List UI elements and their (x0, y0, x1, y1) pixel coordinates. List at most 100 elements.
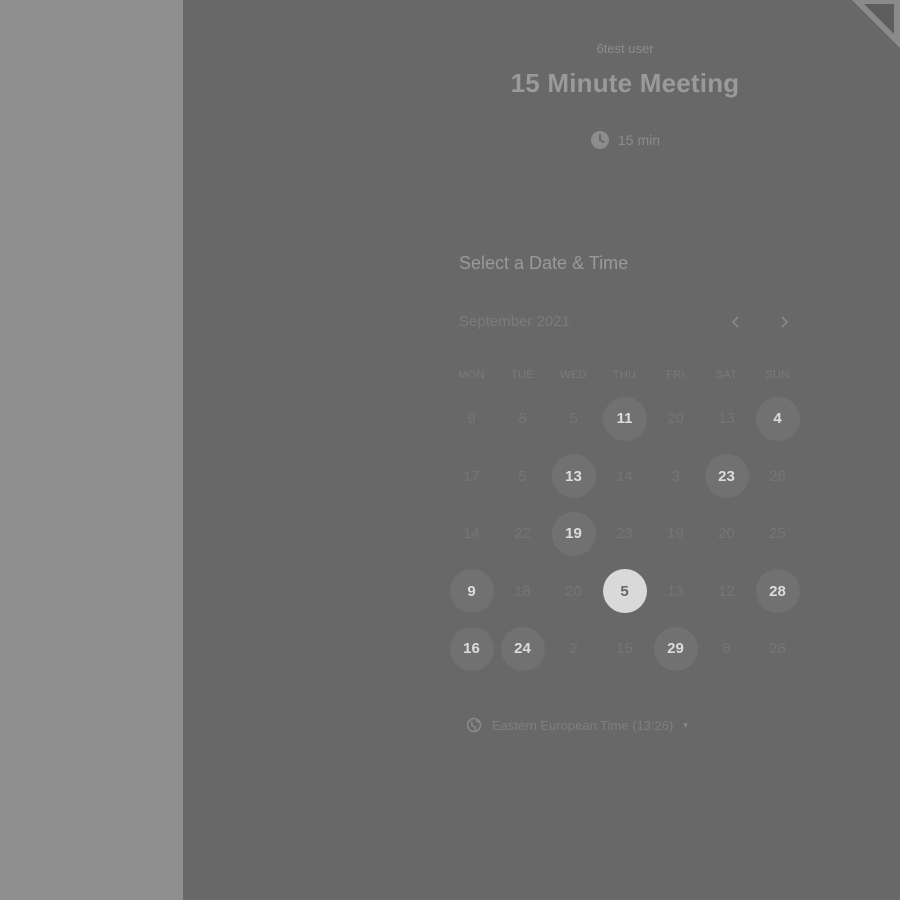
weekday-header: MON TUE WED THU FRI SAT SUN (446, 360, 803, 390)
calendar-cell: 24 (497, 620, 548, 678)
calendar-cell: 11 (599, 390, 650, 448)
calendar-cell: 17 (446, 448, 497, 506)
available-day[interactable]: 29 (653, 626, 698, 671)
calendar-cell: 22 (497, 505, 548, 563)
available-day[interactable]: 28 (755, 569, 800, 614)
calendar-cell: 8 (497, 390, 548, 448)
unavailable-day: 5 (569, 410, 578, 428)
weekday-label: MON (458, 369, 485, 381)
available-day[interactable]: 16 (449, 626, 494, 671)
calendar-cell: 28 (752, 620, 803, 678)
unavailable-day: 22 (514, 525, 531, 543)
unavailable-day: 28 (769, 640, 786, 658)
calendar-cell: 15 (599, 620, 650, 678)
calendar-cell: 14 (599, 448, 650, 506)
calendar-cell: 23 (599, 505, 650, 563)
unavailable-day: 20 (565, 582, 582, 600)
calendar-week: 9 18 20 5 13 12 28 (446, 563, 803, 621)
calendar-cell: 19 (650, 505, 701, 563)
available-day[interactable]: 4 (755, 396, 800, 441)
available-day[interactable]: 11 (602, 396, 647, 441)
weekday-label: THU (612, 369, 637, 381)
calendar-cell: 12 (701, 563, 752, 621)
globe-icon (466, 717, 482, 733)
weekday-label: WED (560, 369, 587, 381)
available-day[interactable]: 19 (551, 511, 596, 556)
unavailable-day: 20 (718, 525, 735, 543)
calendar-cell: 20 (548, 563, 599, 621)
unavailable-day: 13 (667, 582, 684, 600)
weekday-label: TUE (511, 369, 534, 381)
unavailable-day: 17 (463, 467, 480, 485)
section-heading: Select a Date & Time (459, 253, 629, 273)
unavailable-day: 26 (769, 467, 786, 485)
calendar-week: 16 24 2 15 29 8 28 (446, 620, 803, 678)
available-day[interactable]: 24 (500, 626, 545, 671)
event-title: 15 Minute Meeting (510, 68, 740, 98)
chevron-left-icon (731, 316, 739, 328)
calendar-cell: 5 (599, 563, 650, 621)
weekday-label: SUN (765, 369, 790, 381)
calendar-cell: 25 (752, 505, 803, 563)
unavailable-day: 15 (616, 640, 633, 658)
unavailable-day: 19 (667, 525, 684, 543)
timezone-selector[interactable]: Eastern European Time (13:26) ▾ (466, 714, 688, 736)
available-day[interactable]: 9 (449, 569, 494, 614)
calendar-cell: 5 (548, 390, 599, 448)
calendar-week: 14 22 19 23 19 20 25 (446, 505, 803, 563)
calendar-cell: 20 (701, 505, 752, 563)
prev-month-button[interactable] (724, 310, 748, 334)
chevron-right-icon (781, 316, 789, 328)
calendar-cell: 13 (701, 390, 752, 448)
left-pane (0, 0, 183, 900)
calendar-week: 9 8 5 11 20 13 4 (446, 390, 803, 448)
unavailable-day: 3 (671, 467, 680, 485)
calendar-week: 17 5 13 14 3 23 26 (446, 448, 803, 506)
clock-icon (590, 131, 609, 149)
calendar-cell: 28 (752, 563, 803, 621)
available-day[interactable]: 23 (704, 454, 749, 499)
unavailable-day: 14 (463, 525, 480, 543)
calendar-cell: 5 (497, 448, 548, 506)
calendar-cell: 13 (548, 448, 599, 506)
calendar-cell: 29 (650, 620, 701, 678)
duration: 15 min (560, 128, 690, 152)
unavailable-day: 12 (718, 582, 735, 600)
duration-label: 15 min (617, 132, 661, 148)
unavailable-day: 23 (616, 525, 633, 543)
organizer-name: 6test user (596, 41, 654, 56)
weekday-label: SAT (715, 369, 738, 381)
calendar-cell: 9 (446, 390, 497, 448)
next-month-button[interactable] (772, 310, 796, 334)
calendar-cell: 18 (497, 563, 548, 621)
calendar-cell: 13 (650, 563, 701, 621)
unavailable-day: 18 (514, 582, 531, 600)
calendar-cell: 23 (701, 448, 752, 506)
calendar-cell: 16 (446, 620, 497, 678)
unavailable-day: 5 (518, 467, 527, 485)
calendar-cell: 3 (650, 448, 701, 506)
calendar-cell: 2 (548, 620, 599, 678)
calendar-cell: 8 (701, 620, 752, 678)
calendar-cell: 14 (446, 505, 497, 563)
available-day[interactable]: 13 (551, 454, 596, 499)
timezone-label: Eastern European Time (13:26) (492, 717, 674, 733)
calendar-grid: MON TUE WED THU FRI SAT SUN 9 8 5 11 20 13 4 17 5 13 14 3… (446, 360, 803, 678)
unavailable-day: 13 (718, 410, 735, 428)
calendar-cell: 26 (752, 448, 803, 506)
corner-badge-icon (864, 4, 894, 34)
unavailable-day: 14 (616, 467, 633, 485)
unavailable-day: 8 (518, 410, 527, 428)
calendar-cell: 9 (446, 563, 497, 621)
calendar-cell: 19 (548, 505, 599, 563)
calendar-cell: 4 (752, 390, 803, 448)
unavailable-day: 8 (722, 640, 731, 658)
month-label: September 2021 (459, 313, 570, 330)
unavailable-day: 25 (769, 525, 786, 543)
calendar-cell: 20 (650, 390, 701, 448)
unavailable-day: 2 (569, 640, 578, 658)
unavailable-day: 9 (467, 410, 476, 428)
selected-day[interactable]: 5 (602, 569, 647, 614)
unavailable-day: 20 (667, 410, 684, 428)
weekday-label: FRI (666, 369, 685, 381)
